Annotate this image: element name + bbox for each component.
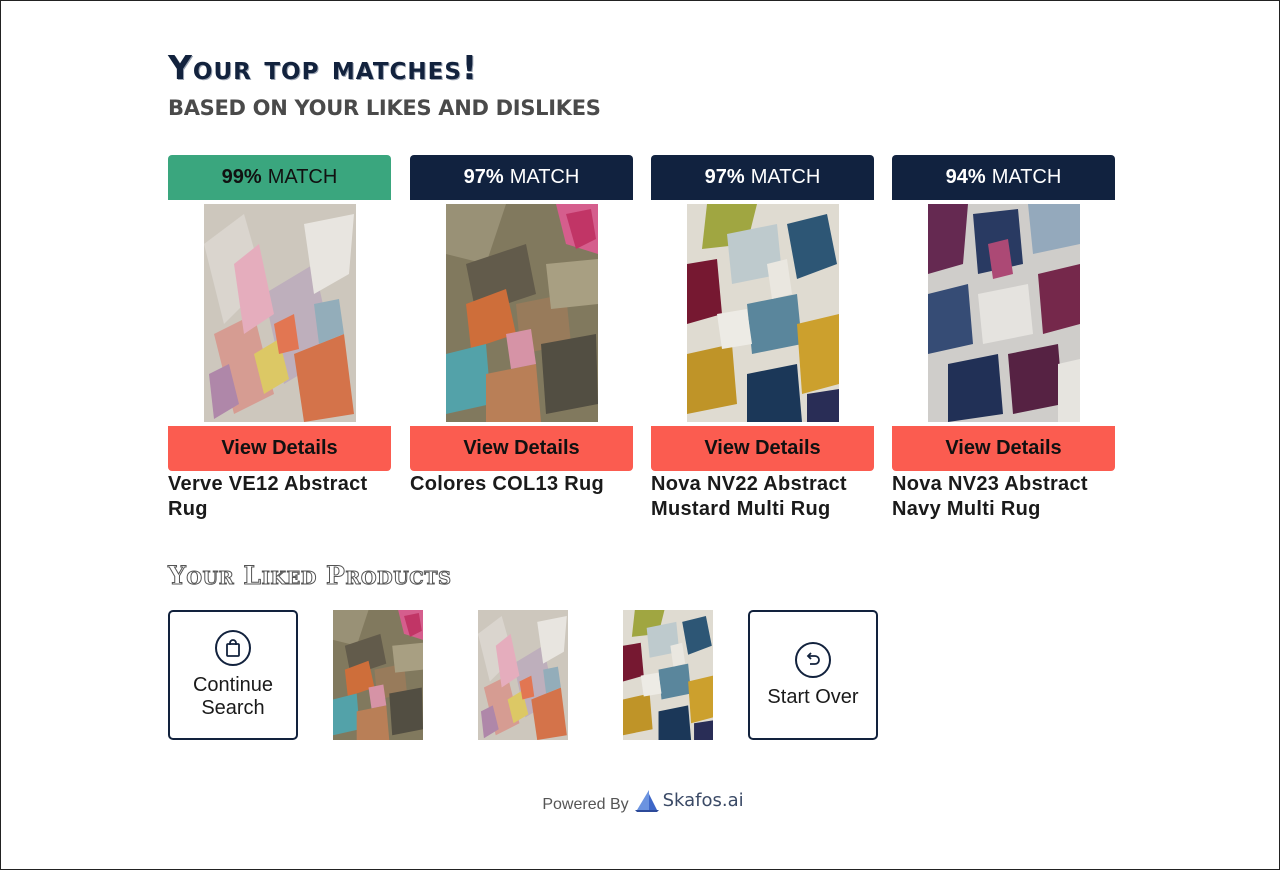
rug-name: Nova NV23 Abstract Navy Multi Rug xyxy=(892,473,1088,520)
undo-arrow-icon xyxy=(795,641,831,678)
page-title: Your top matches! xyxy=(168,48,478,87)
page-subtitle: BASED ON YOUR LIKES AND DISLIKES xyxy=(168,96,601,120)
rug-name: Verve VE12 Abstract Rug xyxy=(168,473,368,520)
view-details-button[interactable]: View Details xyxy=(892,426,1115,471)
view-details-button[interactable]: View Details xyxy=(168,426,391,471)
results-page: Your top matches! BASED ON YOUR LIKES AN… xyxy=(168,48,1118,813)
continue-search-button[interactable]: Continue Search xyxy=(168,610,298,740)
rug-name: Nova NV22 Abstract Mustard Multi Rug xyxy=(651,473,847,520)
match-percent: 97% xyxy=(463,166,504,188)
rug-name: Colores COL13 Rug xyxy=(410,473,605,495)
match-percent: 97% xyxy=(704,166,745,188)
brand-name: Skafos.ai xyxy=(662,789,744,811)
match-label: MATCH xyxy=(267,166,338,188)
match-badge: 97% MATCH xyxy=(410,155,633,200)
powered-by-text: Powered By xyxy=(542,796,629,813)
match-label: MATCH xyxy=(750,166,821,188)
start-over-button[interactable]: Start Over xyxy=(748,610,878,740)
continue-search-label: Continue Search xyxy=(192,674,274,719)
match-label: MATCH xyxy=(509,166,580,188)
match-card: 97% MATCH View Details Colores COL13 Rug xyxy=(410,155,633,497)
liked-products-title: Your Liked Products xyxy=(168,561,452,591)
match-badge: 99% MATCH xyxy=(168,155,391,200)
liked-products-row: Continue Search Start Over xyxy=(168,610,888,740)
colores-rug-image[interactable] xyxy=(446,204,598,422)
verve-rug-image[interactable] xyxy=(204,204,356,422)
shopping-bag-icon xyxy=(215,630,251,666)
match-label: MATCH xyxy=(991,166,1062,188)
liked-colores-rug-thumbnail[interactable] xyxy=(333,610,423,740)
skafos-sail-icon xyxy=(634,790,659,812)
liked-nova-mustard-rug-thumbnail[interactable] xyxy=(623,610,713,740)
start-over-label: Start Over xyxy=(767,685,859,708)
match-badge: 94% MATCH xyxy=(892,155,1115,200)
match-card: 97% MATCH View Details Nova NV22 Abstrac… xyxy=(651,155,874,522)
footer: Powered By Skafos.ai xyxy=(168,786,1118,814)
match-percent: 94% xyxy=(945,166,986,188)
view-details-button[interactable]: View Details xyxy=(410,426,633,471)
match-card: 99% MATCH View Details Verve VE12 Abstra… xyxy=(168,155,391,522)
nova-navy-rug-image[interactable] xyxy=(928,204,1080,422)
top-matches-grid: 99% MATCH View Details Verve VE12 Abstra… xyxy=(168,155,1118,535)
match-percent: 99% xyxy=(221,166,262,188)
match-badge: 97% MATCH xyxy=(651,155,874,200)
skafos-logo[interactable]: Skafos.ai xyxy=(634,788,744,812)
nova-mustard-rug-image[interactable] xyxy=(687,204,839,422)
view-details-button[interactable]: View Details xyxy=(651,426,874,471)
match-card: 94% MATCH View Details Nova NV23 Abstrac… xyxy=(892,155,1115,522)
liked-verve-rug-thumbnail[interactable] xyxy=(478,610,568,740)
